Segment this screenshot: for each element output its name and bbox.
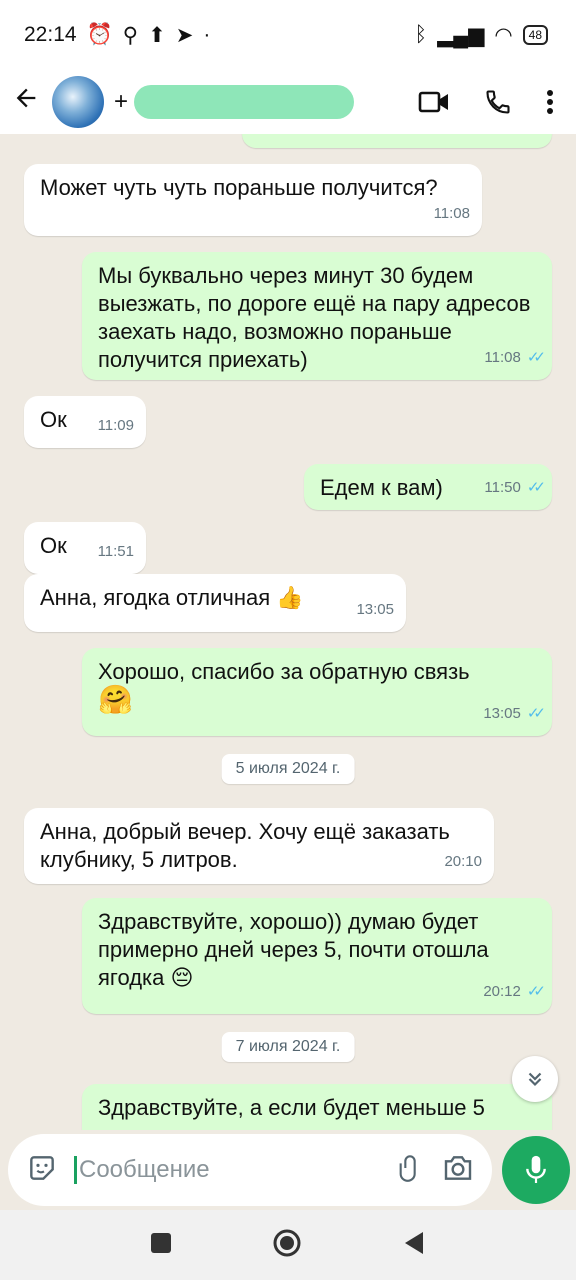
message-text: Едем к вам) (320, 475, 443, 500)
message-meta: 13:05 ✓✓ (483, 700, 546, 728)
message-meta: 11:08 (434, 200, 470, 228)
system-navigation-bar (0, 1210, 576, 1280)
signal-icon: ▂▄▆ (437, 23, 485, 47)
video-camera-icon[interactable] (418, 88, 450, 116)
status-right: ᛒ ▂▄▆ ◠ 48 (415, 23, 548, 48)
message-input[interactable]: Сообщение (74, 1156, 378, 1184)
status-time: 22:14 (24, 23, 77, 46)
double-check-icon: ✓✓ (526, 983, 546, 1000)
microphone-button[interactable] (502, 1136, 570, 1204)
message-meta: 11:50 ✓✓ (484, 474, 546, 502)
phone-icon[interactable] (484, 88, 512, 116)
message-text: Хорошо, спасибо за обратную связь (98, 659, 470, 684)
message-text: Здравствуйте, хорошо)) думаю будет приме… (98, 909, 489, 990)
message-composer: Сообщение (8, 1134, 492, 1206)
date-separator: 7 июля 2024 г. (221, 1032, 355, 1062)
message-meta: 11:08 ✓✓ (484, 344, 546, 372)
message-outgoing[interactable]: Здравствуйте, хорошо)) думаю будет приме… (82, 898, 552, 1014)
telegram-icon: ➤ (175, 23, 194, 47)
avatar[interactable] (52, 76, 104, 128)
microphone-icon (526, 1155, 546, 1183)
message-meta: 20:12 ✓✓ (483, 978, 546, 1006)
message-time: 20:10 (444, 853, 482, 870)
dot-icon: · (203, 23, 211, 46)
double-check-icon: ✓✓ (526, 705, 546, 722)
status-bar: 22:14 ⏰ ⚲ ⬆ ➤ · ᛒ ▂▄▆ ◠ 48 (0, 0, 576, 70)
wifi-icon: ◠ (494, 23, 513, 47)
header-actions (418, 88, 564, 116)
redacted-name (134, 85, 355, 119)
message-time: 11:51 (97, 543, 134, 560)
message-meta: 11:09 (98, 412, 134, 440)
message-text: Ок (40, 407, 67, 432)
arrow-left-icon[interactable] (12, 84, 46, 120)
recents-button[interactable] (150, 1232, 172, 1259)
sticker-icon[interactable] (26, 1152, 58, 1189)
message-outgoing[interactable]: Мы буквально через минут 30 будем выезжа… (82, 252, 552, 380)
message-incoming[interactable]: Анна, ягодка отличная 👍 13:05 (24, 574, 406, 632)
scroll-to-bottom-button[interactable] (512, 1056, 558, 1102)
search-icon: ⚲ (122, 23, 139, 47)
message-time: 20:12 (483, 983, 521, 1000)
message-text: Может чуть чуть пораньше получится? (40, 175, 438, 200)
message-meta: 13:05 (356, 596, 394, 624)
message-text: Анна, ягодка отличная 👍 (40, 585, 304, 610)
message-time: 13:05 (483, 705, 521, 722)
date-separator: 5 июля 2024 г. (221, 754, 355, 784)
chat-header: + (0, 70, 576, 134)
hugging-emoji: 🤗 (98, 684, 133, 715)
more-vertical-icon[interactable] (546, 89, 554, 115)
message-text: Здравствуйте, а если будет меньше 5 (98, 1095, 485, 1120)
message-incoming[interactable]: Может чуть чуть пораньше получится? 11:0… (24, 164, 482, 236)
double-check-icon: ✓✓ (526, 479, 546, 496)
message-meta: 20:10 (444, 848, 482, 876)
contact-name[interactable]: + (114, 85, 355, 119)
status-left: 22:14 ⏰ ⚲ ⬆ ➤ · (24, 23, 210, 48)
contact-prefix: + (114, 88, 129, 115)
bluetooth-icon: ᛒ (414, 23, 428, 46)
alarm-icon: ⏰ (86, 23, 113, 46)
message-bubble-partial (242, 134, 552, 148)
message-time: 11:50 (484, 479, 521, 496)
chevron-down-icon (528, 1072, 542, 1087)
message-incoming[interactable]: Анна, добрый вечер. Хочу ещё заказать кл… (24, 808, 494, 884)
camera-icon[interactable] (442, 1153, 474, 1188)
paperclip-icon[interactable] (396, 1152, 424, 1189)
message-incoming[interactable]: Ок 11:51 (24, 522, 146, 574)
message-outgoing[interactable]: Здравствуйте, а если будет меньше 5 (82, 1084, 552, 1130)
message-time: 11:08 (433, 205, 470, 222)
message-list[interactable]: Может чуть чуть пораньше получится? 11:0… (0, 134, 576, 1130)
home-button[interactable] (272, 1228, 302, 1263)
message-text: Ок (40, 533, 67, 558)
battery-icon: 48 (522, 25, 548, 45)
message-incoming[interactable]: Ок 11:09 (24, 396, 146, 448)
message-time: 13:05 (356, 601, 394, 618)
message-time: 11:09 (97, 417, 134, 434)
double-check-icon: ✓✓ (526, 349, 546, 366)
message-text: Мы буквально через минут 30 будем выезжа… (98, 263, 531, 372)
message-meta: 11:51 (98, 538, 134, 566)
message-text: Анна, добрый вечер. Хочу ещё заказать кл… (40, 819, 450, 872)
upload-icon: ⬆ (148, 23, 166, 47)
message-outgoing[interactable]: Едем к вам) 11:50 ✓✓ (304, 464, 552, 510)
back-nav-button[interactable] (402, 1230, 426, 1261)
message-time: 11:08 (484, 349, 521, 366)
message-outgoing[interactable]: Хорошо, спасибо за обратную связь 🤗 13:0… (82, 648, 552, 736)
